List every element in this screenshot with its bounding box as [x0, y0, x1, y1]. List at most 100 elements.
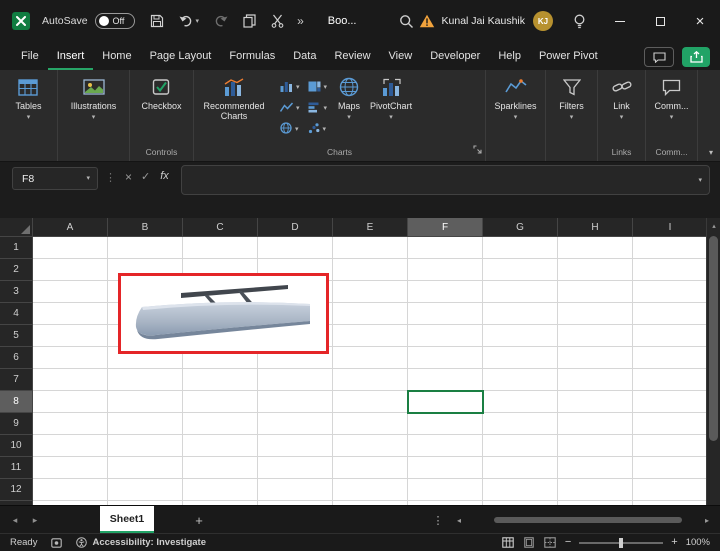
illustrations-button[interactable]: Illustrations ▾	[66, 73, 122, 121]
column-header-f[interactable]: F	[408, 218, 483, 236]
autosave-toggle[interactable]: Off	[94, 13, 135, 29]
embedded-image[interactable]	[118, 273, 329, 354]
insert-column-chart-button[interactable]: ▾	[277, 77, 303, 98]
warning-icon[interactable]	[419, 14, 435, 28]
tab-developer[interactable]: Developer	[421, 44, 489, 70]
column-header-e[interactable]: E	[333, 218, 408, 236]
pivotchart-button[interactable]: PivotChart ▾	[365, 73, 417, 121]
undo-icon[interactable]	[179, 15, 193, 27]
tables-button[interactable]: Tables ▾	[10, 73, 46, 121]
tips-lightbulb-icon[interactable]	[573, 14, 586, 29]
page-layout-view-icon[interactable]	[523, 537, 535, 548]
row-header-1[interactable]: 1	[0, 237, 32, 259]
tab-formulas[interactable]: Formulas	[220, 44, 284, 70]
accessibility-status[interactable]: Accessibility: Investigate	[92, 537, 206, 548]
column-header-b[interactable]: B	[108, 218, 183, 236]
cancel-entry-button[interactable]: ×	[125, 170, 132, 184]
tab-insert[interactable]: Insert	[47, 44, 94, 70]
selected-cell-f8[interactable]	[407, 390, 484, 414]
row-header-10[interactable]: 10	[0, 435, 32, 457]
comment-ribbon-button[interactable]: Comm... ▾	[649, 73, 693, 121]
checkbox-button[interactable]: Checkbox	[136, 73, 186, 111]
formula-input[interactable]: ▾	[180, 165, 710, 195]
sheet-nav-right-icon[interactable]: ▸	[26, 506, 44, 534]
zoom-out-button[interactable]: −	[565, 537, 571, 548]
link-button[interactable]: Link ▾	[607, 73, 637, 121]
sheet-nav-left-icon[interactable]: ◂	[6, 506, 24, 534]
column-header-h[interactable]: H	[558, 218, 633, 236]
horizontal-scrollbar[interactable]: ◂ ▸	[452, 506, 714, 534]
row-header-9[interactable]: 9	[0, 413, 32, 435]
tab-page-layout[interactable]: Page Layout	[141, 44, 221, 70]
comments-button[interactable]	[644, 47, 674, 67]
tab-home[interactable]: Home	[93, 44, 140, 70]
cut-icon[interactable]	[271, 14, 284, 28]
accessibility-person-icon[interactable]	[76, 537, 88, 548]
horizontal-scroll-track[interactable]	[466, 515, 700, 525]
recommended-charts-button[interactable]: Recommended Charts	[194, 73, 274, 121]
column-header-i[interactable]: I	[633, 218, 706, 236]
row-header-7[interactable]: 7	[0, 369, 32, 391]
horizontal-scroll-thumb[interactable]	[494, 517, 682, 523]
redo-icon[interactable]	[214, 15, 228, 27]
tab-help[interactable]: Help	[489, 44, 530, 70]
undo-dropdown-icon[interactable]: ▾	[196, 18, 200, 25]
insert-function-button[interactable]: fx	[160, 170, 169, 182]
maximize-button[interactable]	[640, 0, 680, 42]
charts-dialog-launcher-icon[interactable]	[473, 141, 482, 159]
vertical-scroll-thumb[interactable]	[709, 236, 718, 441]
ribbon-collapse-icon[interactable]: ▾	[709, 148, 713, 157]
scroll-left-icon[interactable]: ◂	[452, 516, 466, 525]
tab-file[interactable]: File	[12, 44, 48, 70]
row-header-5[interactable]: 5	[0, 325, 32, 347]
grid-canvas[interactable]	[33, 237, 706, 505]
confirm-entry-button[interactable]: ✓	[141, 170, 150, 184]
row-header-6[interactable]: 6	[0, 347, 32, 369]
column-header-c[interactable]: C	[183, 218, 258, 236]
formula-bar-expand-icon[interactable]: ▾	[698, 177, 702, 184]
name-box[interactable]: F8 ▾	[12, 167, 98, 190]
zoom-level[interactable]: 100%	[686, 537, 710, 548]
zoom-slider[interactable]	[579, 537, 664, 548]
row-header-2[interactable]: 2	[0, 259, 32, 281]
column-header-a[interactable]: A	[33, 218, 108, 236]
vertical-scrollbar[interactable]: ▴	[706, 218, 720, 505]
tab-power-pivot[interactable]: Power Pivot	[530, 44, 607, 70]
select-all-corner[interactable]	[0, 218, 33, 237]
tab-data[interactable]: Data	[284, 44, 325, 70]
insert-map-chart-button[interactable]: ▾	[277, 119, 303, 140]
zoom-slider-thumb[interactable]	[619, 537, 624, 548]
column-header-d[interactable]: D	[258, 218, 333, 236]
filters-button[interactable]: Filters ▾	[554, 73, 589, 121]
sparklines-button[interactable]: Sparklines ▾	[489, 73, 541, 121]
maps-button[interactable]: Maps ▾	[333, 73, 365, 121]
tab-view[interactable]: View	[380, 44, 422, 70]
insert-hierarchy-chart-button[interactable]: ▾	[305, 77, 331, 98]
tab-review[interactable]: Review	[325, 44, 379, 70]
page-break-view-icon[interactable]	[544, 537, 556, 548]
sheet-tab-sheet1[interactable]: Sheet1	[100, 506, 154, 534]
more-commands-icon[interactable]: »	[297, 14, 304, 28]
row-header-11[interactable]: 11	[0, 457, 32, 479]
row-header-8[interactable]: 8	[0, 391, 32, 413]
column-header-g[interactable]: G	[483, 218, 558, 236]
row-header-12[interactable]: 12	[0, 479, 32, 501]
new-sheet-button[interactable]: +	[190, 506, 208, 534]
scroll-up-icon[interactable]: ▴	[707, 218, 720, 234]
zoom-in-button[interactable]: +	[671, 537, 677, 548]
normal-view-icon[interactable]	[502, 537, 514, 548]
share-button[interactable]	[682, 47, 710, 67]
copy-icon[interactable]	[243, 14, 256, 28]
save-icon[interactable]	[150, 14, 164, 28]
user-name[interactable]: Kunal Jai Kaushik	[442, 15, 525, 27]
scroll-right-icon[interactable]: ▸	[700, 516, 714, 525]
insert-bar-chart-button[interactable]: ▾	[305, 98, 331, 119]
search-icon[interactable]	[399, 14, 414, 29]
formula-bar-drag-handle[interactable]: ⋮	[105, 171, 116, 184]
minimize-button[interactable]	[600, 0, 640, 42]
row-header-3[interactable]: 3	[0, 281, 32, 303]
user-avatar[interactable]: KJ	[533, 11, 553, 31]
macro-record-icon[interactable]	[51, 537, 63, 548]
insert-line-chart-button[interactable]: ▾	[277, 98, 303, 119]
row-header-4[interactable]: 4	[0, 303, 32, 325]
